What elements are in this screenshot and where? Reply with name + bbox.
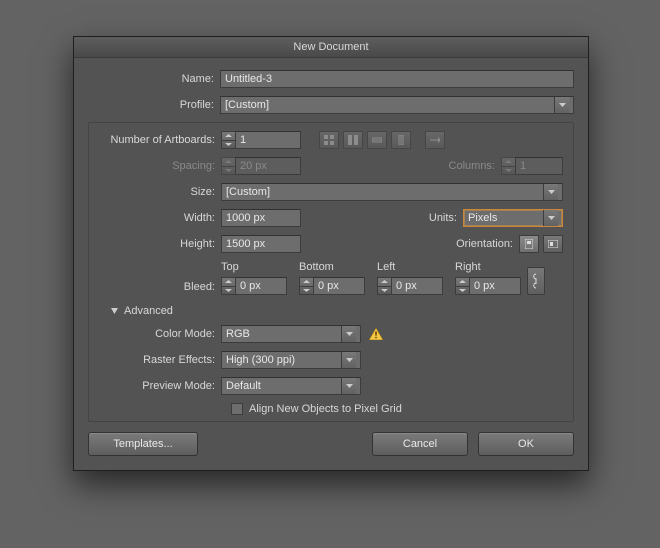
warning-icon <box>369 328 383 340</box>
bleed-link-icon[interactable] <box>527 267 545 295</box>
profile-label: Profile: <box>88 99 220 111</box>
spacing-input <box>235 157 301 175</box>
name-label: Name: <box>88 73 220 85</box>
cancel-button[interactable]: Cancel <box>372 432 468 456</box>
chevron-down-icon <box>543 184 558 200</box>
orientation-label: Orientation: <box>456 238 519 250</box>
height-input[interactable] <box>221 235 301 253</box>
advanced-label: Advanced <box>124 305 173 317</box>
bleed-bottom-input[interactable] <box>313 277 365 295</box>
chevron-down-icon <box>341 352 356 368</box>
artboard-layout-grid-row-icon[interactable] <box>319 131 339 149</box>
bleed-bottom-stepper[interactable] <box>299 277 365 295</box>
units-select[interactable]: Pixels <box>463 209 563 227</box>
color-mode-select[interactable]: RGB <box>221 325 361 343</box>
chevron-down-icon <box>554 97 569 113</box>
name-input[interactable] <box>220 70 574 88</box>
orientation-landscape-icon[interactable] <box>543 235 563 253</box>
align-pixel-grid-label: Align New Objects to Pixel Grid <box>249 403 402 415</box>
bleed-right-label: Right <box>455 261 521 273</box>
width-input[interactable] <box>221 209 301 227</box>
artboard-layout-col-icon[interactable] <box>391 131 411 149</box>
chevron-down-icon <box>341 326 356 342</box>
profile-value: [Custom] <box>225 99 269 111</box>
bleed-top-input[interactable] <box>235 277 287 295</box>
bleed-bottom-label: Bottom <box>299 261 365 273</box>
raster-label: Raster Effects: <box>99 354 221 366</box>
profile-select[interactable]: [Custom] <box>220 96 574 114</box>
preview-label: Preview Mode: <box>99 380 221 392</box>
bleed-label: Bleed: <box>99 281 221 295</box>
artboard-direction-icon[interactable] <box>425 131 445 149</box>
artboards-stepper[interactable] <box>221 131 301 149</box>
align-pixel-grid-checkbox[interactable] <box>231 403 243 415</box>
orientation-portrait-icon[interactable] <box>519 235 539 253</box>
color-mode-label: Color Mode: <box>99 328 221 340</box>
preview-value: Default <box>226 380 261 392</box>
columns-input <box>515 157 563 175</box>
height-label: Height: <box>99 238 221 250</box>
bleed-left-input[interactable] <box>391 277 443 295</box>
chevron-down-icon <box>543 210 558 226</box>
new-document-dialog: New Document Name: Profile: [Custom] Num… <box>73 36 589 471</box>
artboards-input[interactable] <box>235 131 301 149</box>
bleed-left-stepper[interactable] <box>377 277 443 295</box>
raster-value: High (300 ppi) <box>226 354 295 366</box>
templates-button[interactable]: Templates... <box>88 432 198 456</box>
preview-select[interactable]: Default <box>221 377 361 395</box>
units-label: Units: <box>429 212 463 224</box>
bleed-right-input[interactable] <box>469 277 521 295</box>
bleed-left-label: Left <box>377 261 443 273</box>
chevron-down-icon <box>341 378 356 394</box>
bleed-top-label: Top <box>221 261 287 273</box>
bleed-right-stepper[interactable] <box>455 277 521 295</box>
spacing-stepper <box>221 157 301 175</box>
artboard-layout-grid-col-icon[interactable] <box>343 131 363 149</box>
disclosure-down-icon <box>111 308 118 315</box>
ok-button[interactable]: OK <box>478 432 574 456</box>
size-label: Size: <box>99 186 221 198</box>
columns-stepper <box>501 157 563 175</box>
raster-select[interactable]: High (300 ppi) <box>221 351 361 369</box>
units-value: Pixels <box>468 212 497 224</box>
spacing-label: Spacing: <box>99 160 221 172</box>
columns-label: Columns: <box>449 160 501 172</box>
size-select[interactable]: [Custom] <box>221 183 563 201</box>
artboard-layout-row-icon[interactable] <box>367 131 387 149</box>
artboard-group: Number of Artboards: <box>88 122 574 422</box>
dialog-title: New Document <box>74 37 588 58</box>
advanced-toggle[interactable]: Advanced <box>111 305 563 317</box>
color-mode-value: RGB <box>226 328 250 340</box>
width-label: Width: <box>99 212 221 224</box>
bleed-top-stepper[interactable] <box>221 277 287 295</box>
artboards-label: Number of Artboards: <box>99 134 221 146</box>
size-value: [Custom] <box>226 186 270 198</box>
